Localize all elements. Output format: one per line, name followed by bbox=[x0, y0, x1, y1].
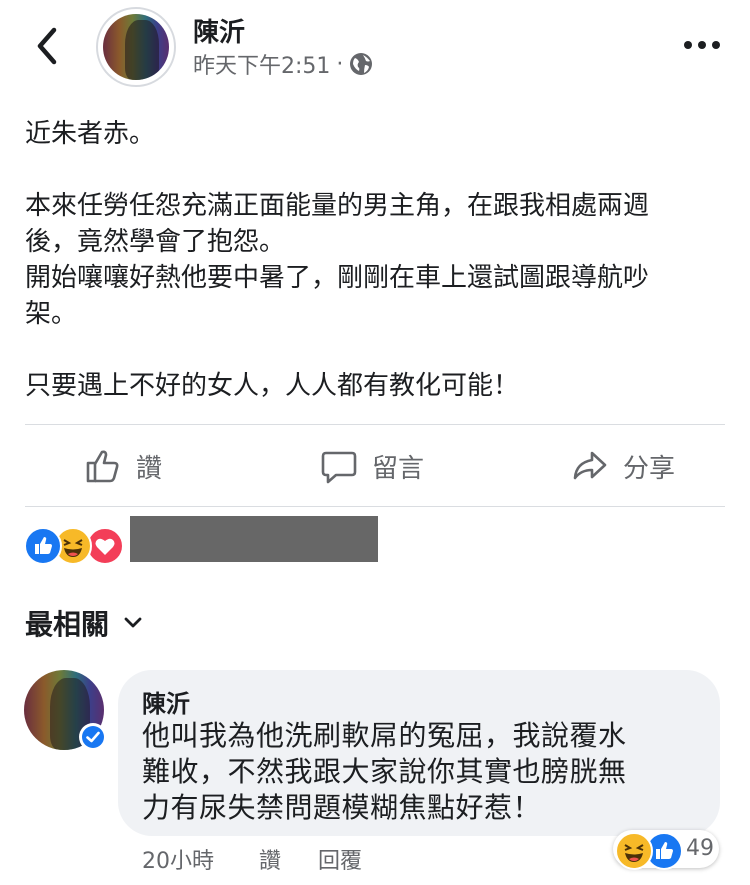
more-horizontal-icon bbox=[684, 41, 720, 49]
post-line: 開始嚷嚷好熱他要中暑了，剛剛在車上還試圖跟導航吵 bbox=[25, 263, 650, 293]
like-button[interactable]: 讚 bbox=[84, 442, 162, 490]
post-text: 近朱者赤。 本來任勞任怨充滿正面能量的男主角，在跟我相處兩週 後，竟然學會了抱怨… bbox=[25, 116, 725, 404]
comment-label: 留言 bbox=[372, 453, 425, 484]
author-name[interactable]: 陳沂 bbox=[193, 12, 245, 49]
chevron-left-icon bbox=[37, 27, 57, 65]
haha-reaction-icon bbox=[615, 832, 653, 870]
comment-reaction-count: 49 bbox=[686, 836, 714, 861]
comment-like-button[interactable]: 讚 bbox=[259, 843, 281, 875]
comment-sort-dropdown[interactable]: 最相關 bbox=[25, 603, 143, 643]
sort-label: 最相關 bbox=[25, 608, 110, 641]
reactions-summary[interactable] bbox=[24, 527, 124, 565]
post-line: 近朱者赤。 bbox=[25, 119, 156, 149]
post-line: 後，竟然學會了抱怨。 bbox=[25, 227, 286, 257]
comment-text: 他叫我為他洗刷軟屌的冤屈，我說覆水 難收，不然我跟大家說你其實也膀胱無 力有尿失… bbox=[142, 718, 702, 826]
redacted-reactor-names bbox=[130, 516, 378, 562]
post-line: 本來任勞任怨充滿正面能量的男主角，在跟我相處兩週 bbox=[25, 191, 650, 221]
chevron-down-icon bbox=[124, 617, 142, 628]
like-reaction-icon bbox=[24, 527, 62, 565]
comment-button[interactable]: 留言 bbox=[320, 442, 424, 490]
share-arrow-icon bbox=[573, 451, 607, 480]
comment-time[interactable]: 20小時 bbox=[142, 843, 214, 875]
divider bbox=[25, 506, 725, 507]
author-avatar[interactable] bbox=[96, 7, 176, 87]
meta-separator: · bbox=[336, 51, 344, 77]
share-button[interactable]: 分享 bbox=[571, 442, 675, 490]
comment-line: 力有尿失禁問題模糊焦點好惹！ bbox=[142, 791, 542, 824]
post-timestamp[interactable]: 昨天下午2:51 bbox=[193, 48, 330, 80]
comment-icon bbox=[321, 451, 357, 484]
back-button[interactable] bbox=[28, 26, 68, 66]
comment-reactions[interactable]: 49 bbox=[613, 830, 719, 870]
post-line: 只要遇上不好的女人，人人都有教化可能！ bbox=[25, 371, 520, 401]
like-label: 讚 bbox=[136, 453, 163, 484]
comment-reply-button[interactable]: 回覆 bbox=[318, 843, 362, 875]
post-meta: 昨天下午2:51 · bbox=[193, 48, 373, 80]
post-line: 架。 bbox=[25, 299, 78, 329]
share-label: 分享 bbox=[623, 453, 676, 484]
globe-icon bbox=[350, 53, 373, 75]
more-options-button[interactable] bbox=[680, 30, 724, 60]
comment-line: 他叫我為他洗刷軟屌的冤屈，我說覆水 bbox=[142, 719, 627, 752]
verified-badge-icon bbox=[79, 723, 107, 751]
comment-line: 難收，不然我跟大家說你其實也膀胱無 bbox=[142, 755, 627, 788]
thumbs-up-icon bbox=[86, 450, 119, 483]
comment-author[interactable]: 陳沂 bbox=[142, 684, 190, 719]
divider bbox=[25, 424, 725, 425]
